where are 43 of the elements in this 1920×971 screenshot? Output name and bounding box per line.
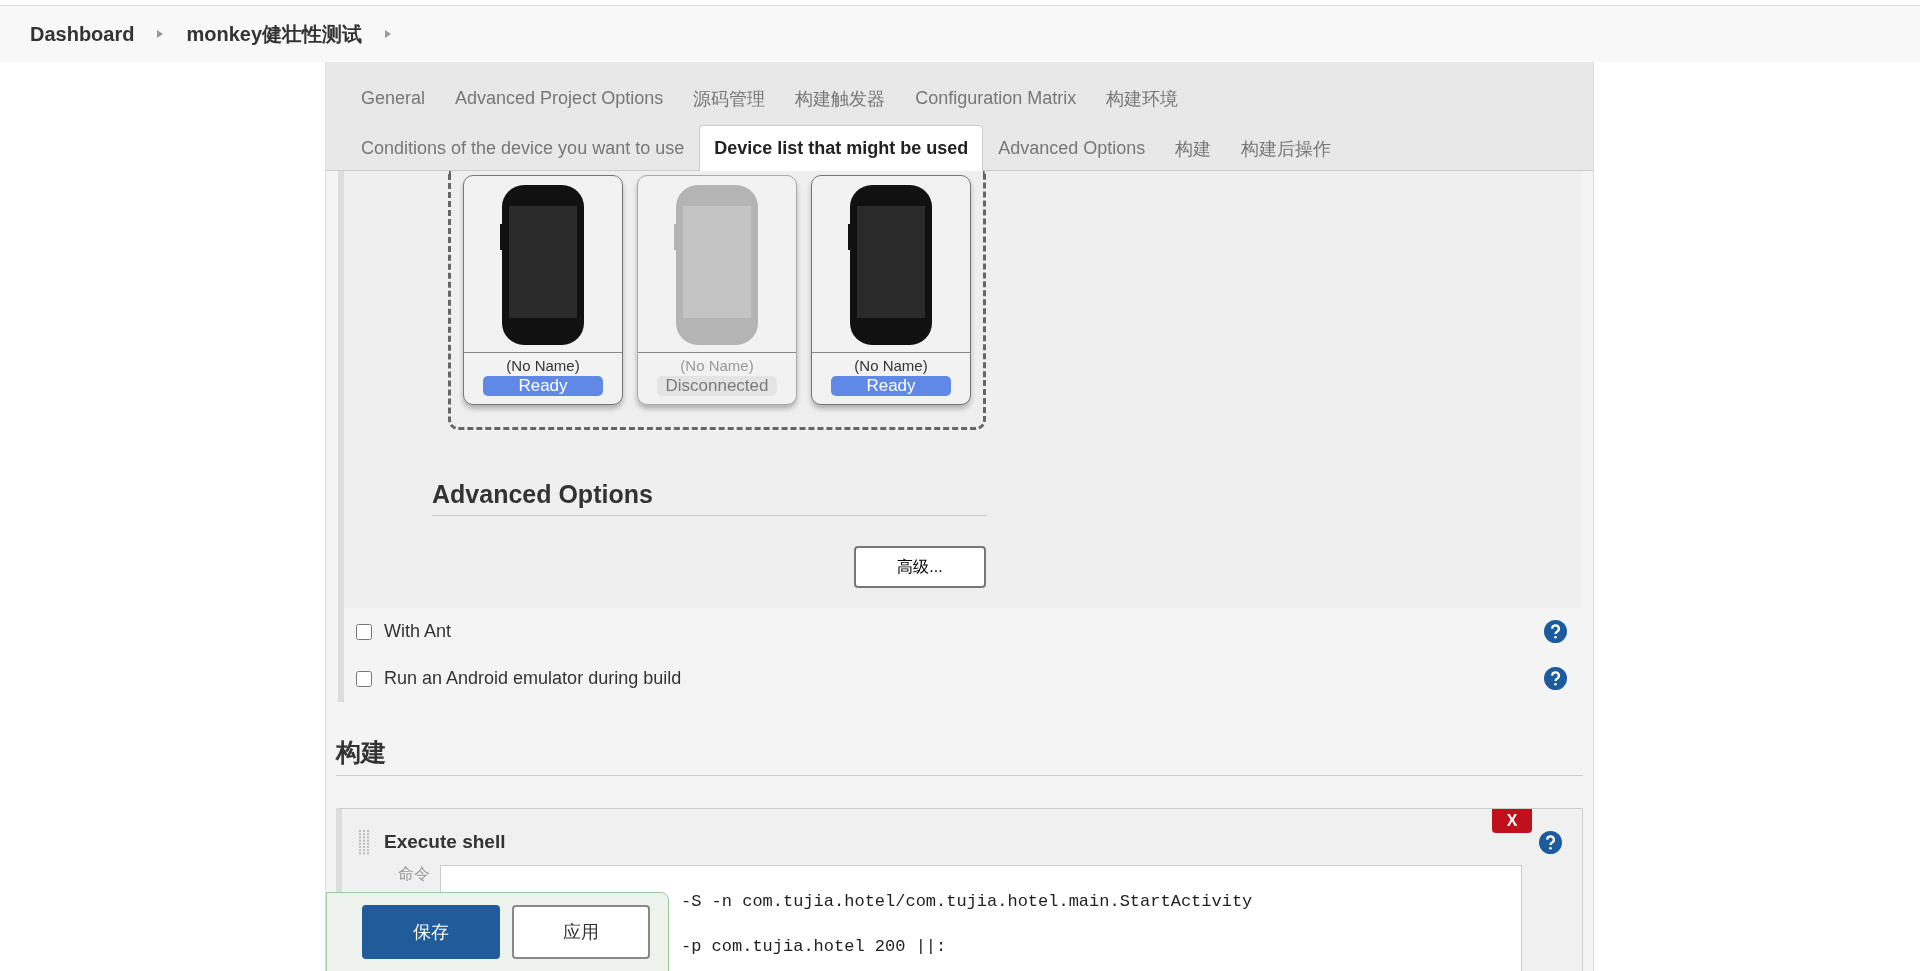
tab[interactable]: 构建后操作 [1226, 125, 1347, 171]
phone-icon [848, 184, 934, 346]
status-badge: Ready [483, 376, 603, 396]
breadcrumb-link[interactable]: Dashboard [30, 22, 135, 46]
device-name: (No Name) [680, 357, 754, 374]
device-name: (No Name) [506, 357, 580, 374]
tab[interactable]: 构建触发器 [780, 75, 901, 121]
caret-icon[interactable] [384, 29, 393, 39]
option-label: Run an Android emulator during build [384, 668, 683, 689]
tab[interactable]: Conditions of the device you want to use [346, 125, 700, 171]
option-label: With Ant [384, 621, 453, 642]
tab[interactable]: Configuration Matrix [900, 75, 1092, 121]
tab[interactable]: 源码管理 [678, 75, 781, 121]
device-card[interactable]: (No Name) Ready [811, 175, 971, 405]
checkbox[interactable] [356, 623, 372, 640]
status-badge: Disconnected [657, 376, 777, 396]
help-icon[interactable] [1544, 620, 1567, 643]
tab[interactable]: General [346, 75, 441, 121]
device-name: (No Name) [854, 357, 928, 374]
checkbox[interactable] [356, 670, 372, 687]
step-title: Execute shell [384, 831, 507, 853]
drag-handle-icon[interactable] [358, 829, 372, 855]
advanced-button[interactable]: 高级... [854, 546, 986, 588]
delete-button[interactable]: X [1492, 809, 1532, 833]
apply-button[interactable]: 应用 [512, 905, 650, 959]
breadcrumb-link[interactable]: monkey健壮性测试 [186, 20, 363, 48]
tab[interactable]: 构建 [1160, 125, 1227, 171]
tab[interactable]: Advanced Options [983, 125, 1161, 171]
tab[interactable]: Advanced Project Options [440, 75, 679, 121]
section-heading: 构建 [336, 737, 387, 768]
status-badge: Ready [831, 376, 951, 396]
field-label: 命令 [397, 865, 430, 883]
help-icon[interactable] [1544, 667, 1567, 690]
device-card[interactable]: (No Name) Disconnected [637, 175, 797, 405]
help-icon[interactable] [1539, 830, 1562, 854]
tab[interactable]: 构建环境 [1091, 75, 1194, 121]
device-card[interactable]: (No Name) Ready [463, 175, 623, 405]
save-button[interactable]: 保存 [362, 905, 500, 959]
phone-icon [500, 184, 586, 346]
section-heading: Advanced Options [432, 480, 654, 509]
tab[interactable]: Device list that might be used [699, 125, 984, 171]
caret-icon[interactable] [156, 29, 165, 39]
phone-icon [674, 184, 760, 346]
